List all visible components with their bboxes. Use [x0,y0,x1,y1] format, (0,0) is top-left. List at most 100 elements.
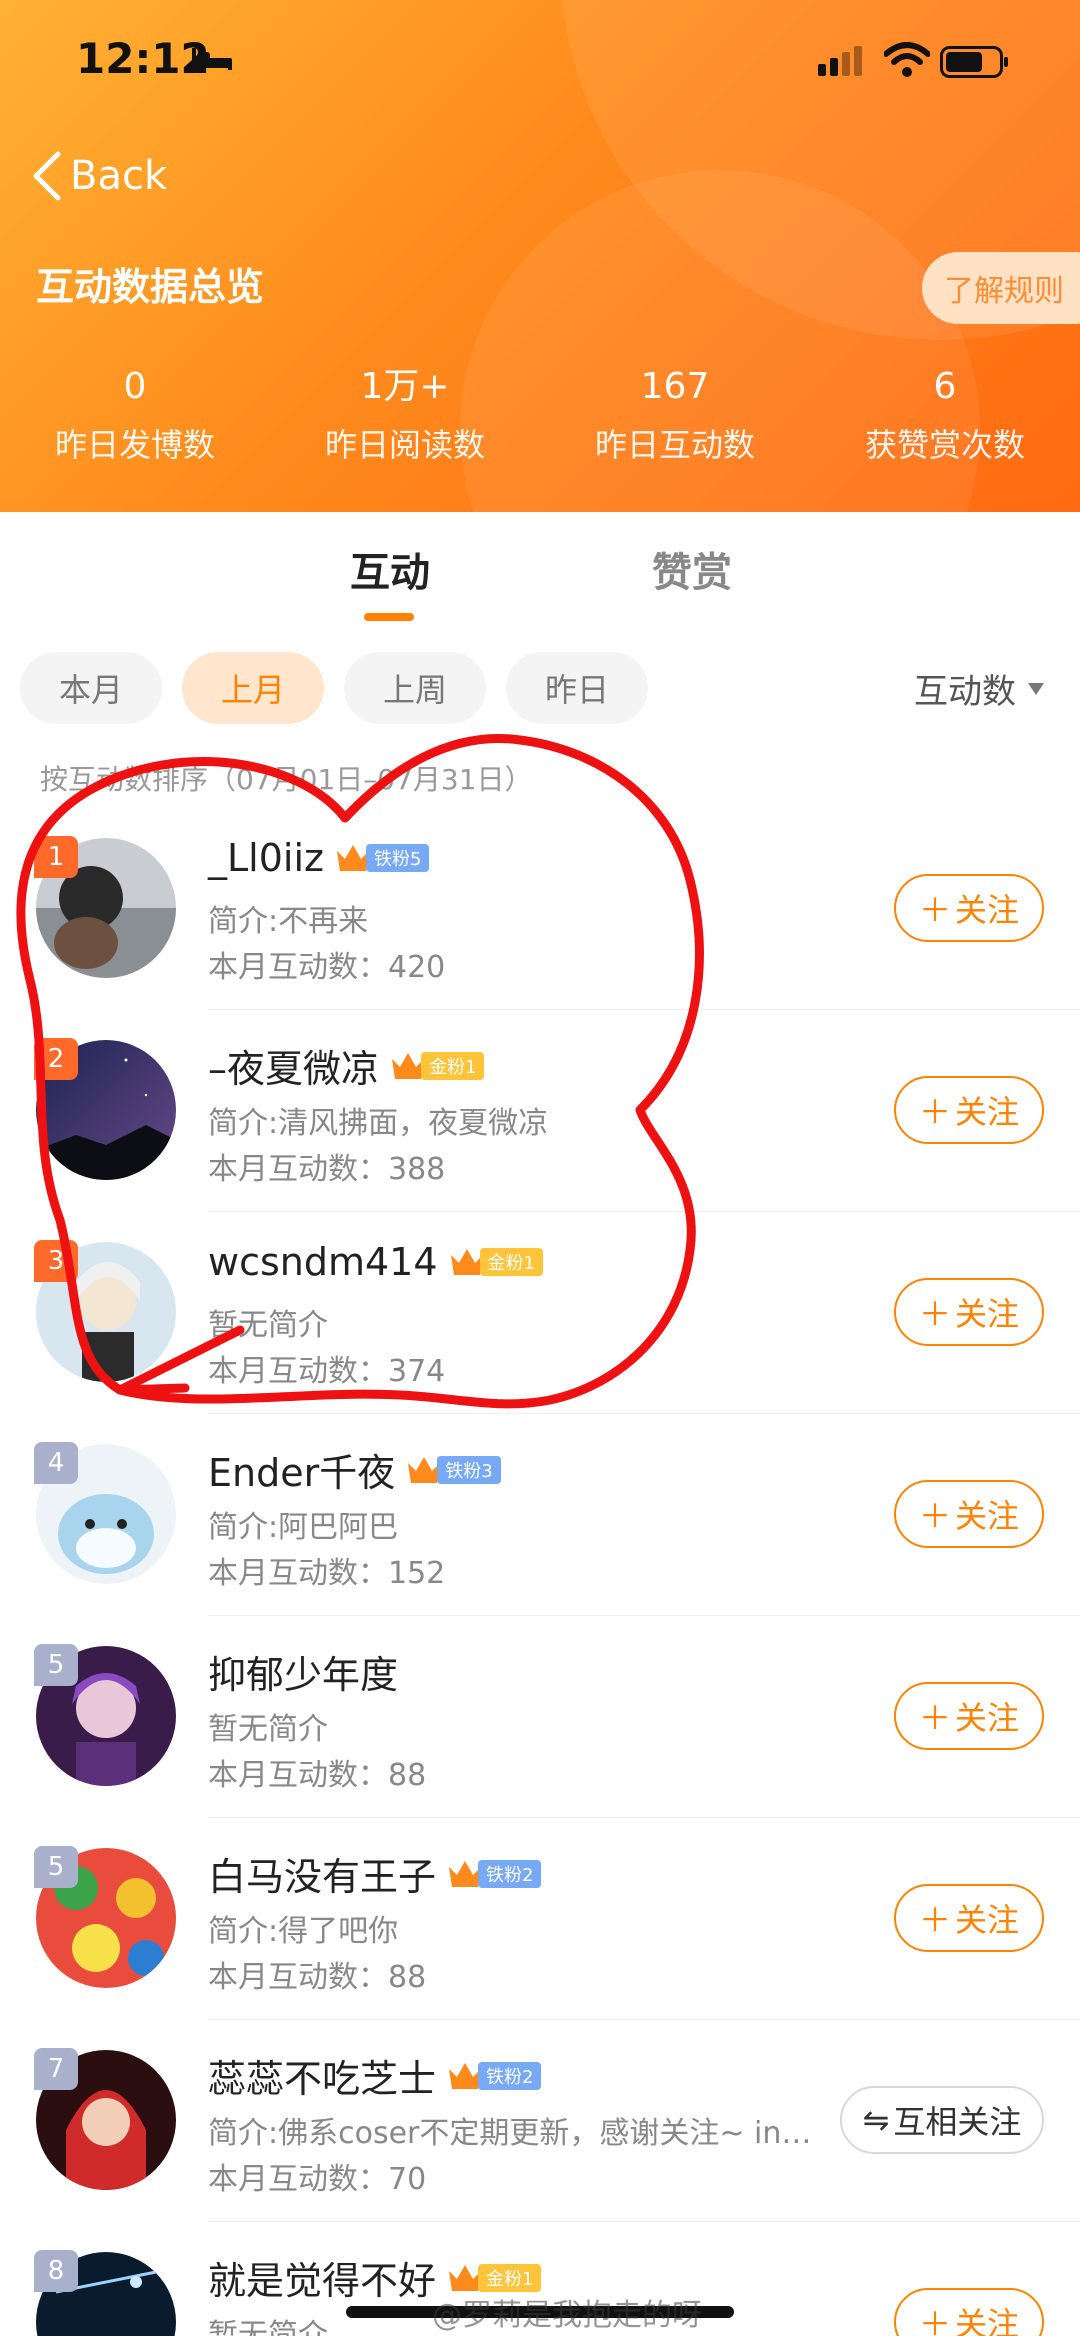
stat-value: 0 [123,366,147,407]
filter-chip-yesterday[interactable]: 昨日 [506,652,648,724]
tab-reward[interactable]: 赞赏 [652,540,732,598]
fan-badge: 金粉1 [389,1049,485,1083]
name-line: 蕊蕊不吃芝士 铁粉2 [208,2048,542,2103]
status-bar: 12:12 [0,0,1080,120]
follow-label: 关注 [955,1093,1020,1131]
interaction-count: 本月互动数：152 [208,1556,446,1591]
sort-hint: 按互动数排序（07月01日–07月31日） [40,763,533,796]
list-item[interactable]: 5 抑郁少年度 暂无简介 本月互动数：88 ＋ 关注 [0,1616,1080,1818]
rank-badge: 5 [34,1644,78,1686]
stat-label: 昨日发博数 [54,426,215,464]
fan-badge-label: 铁粉5 [365,844,430,872]
rank-badge: 5 [34,1846,78,1888]
stat-interactions: 167 昨日互动数 [540,362,810,466]
follow-button[interactable]: ＋ 关注 [894,1884,1044,1952]
follow-button[interactable]: ＋ 关注 [894,1682,1044,1750]
name-line: 抑郁少年度 [208,1644,398,1699]
user-bio: 简介:清风拂面，夜夏微凉 [208,1106,549,1141]
name-line: wcsndm414 金粉1 [208,1240,543,1284]
watermark: @罗莉是我抱走的呀 [432,2298,702,2333]
user-bio: 暂无简介 [208,1712,328,1747]
interaction-count: 本月互动数：374 [208,1354,446,1389]
name-line: –夜夏微凉 金粉1 [208,1038,485,1093]
list-item[interactable]: 7 蕊蕊不吃芝士 铁粉2 简介:佛系coser不定期更新，感谢关注~ ins..… [0,2020,1080,2222]
follow-button[interactable]: ＋ 关注 [894,1480,1044,1548]
name-line: 白马没有王子 铁粉2 [208,1846,542,1901]
stat-label: 获赞赏次数 [864,426,1025,464]
fan-badge: 铁粉2 [446,2059,542,2093]
plus-icon: ＋ [918,2305,951,2336]
list-item[interactable]: 4 Ender千夜 铁粉3 简介:阿巴阿巴 本月互动数：152 ＋ 关注 [0,1414,1080,1616]
back-button[interactable]: Back [30,146,167,206]
stat-value: 167 [640,366,710,407]
follow-button[interactable]: ＋ 关注 [894,1278,1044,1346]
user-name[interactable]: 抑郁少年度 [208,1644,398,1699]
rank-badge: 3 [34,1240,78,1282]
plus-icon: ＋ [918,1093,951,1131]
filter-chip-last-month[interactable]: 上月 [182,652,324,724]
user-bio: 暂无简介 [208,1308,328,1343]
tab-bar: 互动 赞赏 [0,540,1080,630]
fan-badge-label: 金粉1 [421,1051,485,1080]
learn-rules-button[interactable]: 了解规则 [922,252,1080,324]
tab-interaction[interactable]: 互动 [350,540,430,598]
fan-badge-label: 金粉1 [479,1248,543,1276]
follow-label: 关注 [955,2305,1020,2336]
stat-rewards: 6 获赞赏次数 [810,362,1080,466]
plus-icon: ＋ [918,1295,951,1333]
follow-button[interactable]: ＋ 关注 [894,1076,1044,1144]
tab-indicator [364,613,414,621]
name-line: _Ll0iiz 铁粉5 [208,836,430,880]
list-item[interactable]: 2 –夜夏微凉 金粉1 简介:清风拂面，夜夏微凉 本月互动数：388 ＋ 关注 [0,1010,1080,1212]
wifi-icon [884,42,930,77]
name-line: Ender千夜 铁粉3 [208,1442,501,1497]
user-name[interactable]: Ender千夜 [208,1442,395,1497]
user-name[interactable]: 蕊蕊不吃芝士 [208,2048,436,2103]
fan-badge: 铁粉5 [334,841,430,875]
follow-label: 互相关注 [893,2103,1022,2141]
fan-badge-label: 铁粉2 [478,1859,542,1888]
follow-button[interactable]: ＋ 关注 [894,874,1044,942]
stat-posts: 0 昨日发博数 [0,362,270,466]
follow-button[interactable]: ＋ 关注 [894,2288,1044,2336]
stat-reads: 1万+ 昨日阅读数 [270,362,540,466]
user-bio: 简介:得了吧你 [208,1914,399,1949]
user-bio: 简介:不再来 [208,904,369,939]
list-item[interactable]: 3 wcsndm414 金粉1 暂无简介 本月互动数：374 ＋ 关注 [0,1212,1080,1414]
user-name[interactable]: wcsndm414 [208,1240,438,1284]
fan-badge: 铁粉3 [405,1453,501,1487]
swap-arrows-icon: ⇋ [862,2101,890,2139]
rank-badge: 2 [34,1038,78,1080]
follow-label: 关注 [955,1295,1020,1333]
list-item[interactable]: 5 白马没有王子 铁粉2 简介:得了吧你 本月互动数：88 ＋ 关注 [0,1818,1080,2020]
user-bio: 简介:阿巴阿巴 [208,1510,399,1545]
fan-badge: 铁粉2 [446,1857,542,1891]
list-item[interactable]: 1 _Ll0iiz 铁粉5 简介:不再来 本月互动数：420 ＋ 关注 [0,808,1080,1010]
cellular-signal-icon [818,46,862,76]
follow-label: 关注 [955,1497,1020,1535]
stats-row: 0 昨日发博数 1万+ 昨日阅读数 167 昨日互动数 6 获赞赏次数 [0,362,1080,466]
user-name[interactable]: 白马没有王子 [208,1846,436,1901]
user-name[interactable]: 就是觉得不好 [208,2250,436,2305]
filter-chip-this-month[interactable]: 本月 [20,652,162,724]
header: 12:12 Back 互动数据总览 了解规则 0 昨日发博数 1万+ 昨日阅读数… [0,0,1080,512]
follow-label: 关注 [955,1901,1020,1939]
interaction-count: 本月互动数：88 [208,1758,427,1793]
sort-label: 互动数 [914,672,1016,712]
user-name[interactable]: –夜夏微凉 [208,1038,379,1093]
fan-badge-label: 铁粉3 [437,1455,501,1484]
fan-badge: 金粉1 [448,1245,543,1279]
fan-list: 1 _Ll0iiz 铁粉5 简介:不再来 本月互动数：420 ＋ 关注 2 –夜… [0,808,1080,2336]
filter-chip-last-week[interactable]: 上周 [344,652,486,724]
follow-label: 关注 [955,891,1020,929]
mutual-follow-button[interactable]: ⇋ 互相关注 [840,2086,1044,2154]
follow-label: 关注 [955,1699,1020,1737]
rank-badge: 7 [34,2048,78,2090]
back-label: Back [70,153,168,199]
interaction-count: 本月互动数：388 [208,1152,446,1187]
sort-dropdown[interactable]: 互动数 [914,664,1044,713]
period-filter: 本月 上月 上周 昨日 [20,652,648,724]
caret-down-icon [1028,682,1044,695]
plus-icon: ＋ [918,891,951,929]
user-name[interactable]: _Ll0iiz [208,836,324,880]
